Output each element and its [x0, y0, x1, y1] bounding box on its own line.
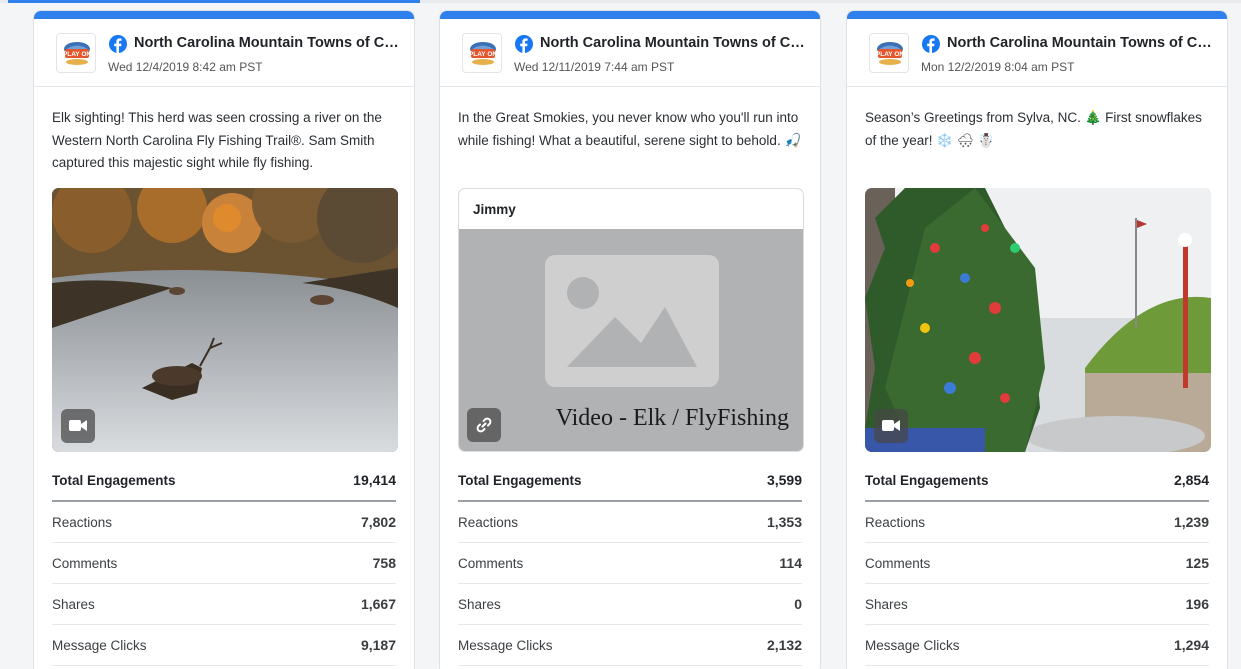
metric-label: Total Engagements [52, 472, 176, 488]
image-placeholder-icon [545, 255, 719, 387]
metric-label: Shares [458, 596, 501, 612]
link-title: Jimmy [473, 202, 516, 217]
message-clicks-row: Message Clicks 1,294 [865, 625, 1209, 666]
metric-value: 0 [794, 596, 802, 612]
post-text: Elk sighting! This herd was seen crossin… [52, 110, 382, 170]
link-icon [476, 417, 492, 433]
link-image: Video - Elk / FlyFishing [459, 229, 803, 451]
metric-value: 1,239 [1173, 514, 1209, 530]
post-date: Wed 12/11/2019 7:44 am PST [514, 60, 675, 74]
comments-row: Comments 125 [865, 543, 1209, 584]
page-avatar[interactable]: PLAY ON [869, 33, 909, 73]
metric-label: Reactions [458, 514, 519, 530]
reactions-row: Reactions 7,802 [52, 502, 396, 543]
link-preview[interactable]: Jimmy Video - Elk / FlyFishing [458, 188, 804, 452]
metric-value: 2,854 [1173, 472, 1209, 488]
metric-value: 114 [779, 555, 802, 571]
video-indicator [874, 409, 908, 443]
page-name[interactable]: North Carolina Mountain Towns of Cas... [540, 35, 810, 51]
metric-label: Reactions [52, 514, 113, 530]
metric-value: 7,802 [360, 514, 396, 530]
tab-strip [0, 0, 1241, 3]
post-card[interactable]: PLAY ON North Carolina Mountain Towns of… [439, 10, 821, 669]
link-caption: Video - Elk / FlyFishing [555, 405, 789, 431]
facebook-icon [922, 35, 940, 53]
metric-value: 1,294 [1173, 637, 1209, 653]
video-camera-icon [69, 420, 87, 431]
metric-label: Total Engagements [865, 472, 989, 488]
reactions-row: Reactions 1,239 [865, 502, 1209, 543]
shares-row: Shares 196 [865, 584, 1209, 625]
metric-value: 2,132 [766, 637, 802, 653]
metric-label: Comments [865, 555, 931, 571]
post-header: PLAY ON North Carolina Mountain Towns of… [440, 19, 820, 87]
metric-label: Comments [458, 555, 524, 571]
metric-value: 1,667 [360, 596, 396, 612]
post-header: PLAY ON North Carolina Mountain Towns of… [34, 19, 414, 87]
play-on-logo: PLAY ON [469, 42, 497, 65]
facebook-icon [515, 35, 533, 53]
page-avatar[interactable]: PLAY ON [56, 33, 96, 73]
metric-label: Total Engagements [458, 472, 582, 488]
page-name[interactable]: North Carolina Mountain Towns of Cas... [947, 35, 1217, 51]
comments-row: Comments 758 [52, 543, 396, 584]
play-on-logo: PLAY ON [876, 42, 904, 65]
message-clicks-row: Message Clicks 2,132 [458, 625, 802, 666]
post-card[interactable]: PLAY ON North Carolina Mountain Towns of… [846, 10, 1228, 669]
metric-value: 196 [1185, 596, 1209, 612]
video-camera-icon [882, 420, 900, 431]
engagement-metrics: Total Engagements 2,854 Reactions 1,239 … [865, 460, 1209, 666]
svg-text:PLAY ON: PLAY ON [876, 51, 904, 58]
metric-value: 1,353 [766, 514, 802, 530]
shares-row: Shares 0 [458, 584, 802, 625]
post-header: PLAY ON North Carolina Mountain Towns of… [847, 19, 1227, 87]
metric-value: 758 [372, 555, 396, 571]
elk-river-image [52, 188, 398, 452]
metric-value: 9,187 [360, 637, 396, 653]
metric-label: Reactions [865, 514, 926, 530]
shares-row: Shares 1,667 [52, 584, 396, 625]
metric-value: 3,599 [766, 472, 802, 488]
engagement-metrics: Total Engagements 19,414 Reactions 7,802… [52, 460, 396, 666]
post-text: In the Great Smokies, you never know who… [458, 110, 802, 148]
metric-label: Message Clicks [458, 637, 553, 653]
facebook-icon [109, 35, 127, 53]
post-text: Season’s Greetings from Sylva, NC. 🎄 Fir… [865, 110, 1202, 148]
comments-row: Comments 114 [458, 543, 802, 584]
svg-text:PLAY ON: PLAY ON [63, 51, 91, 58]
post-date: Mon 12/2/2019 8:04 am PST [921, 60, 1075, 74]
metric-label: Shares [52, 596, 95, 612]
post-date: Wed 12/4/2019 8:42 am PST [108, 60, 263, 74]
play-on-logo: PLAY ON [63, 42, 91, 65]
post-card[interactable]: PLAY ON North Carolina Mountain Towns of… [33, 10, 415, 669]
message-clicks-row: Message Clicks 9,187 [52, 625, 396, 666]
link-indicator [467, 408, 501, 442]
page-name[interactable]: North Carolina Mountain Towns of Cas... [134, 35, 404, 51]
page-avatar[interactable]: PLAY ON [462, 33, 502, 73]
post-video-thumbnail[interactable] [52, 188, 398, 452]
metric-value: 19,414 [353, 472, 396, 488]
metric-label: Shares [865, 596, 908, 612]
christmas-tree-image [865, 188, 1211, 452]
metric-value: 125 [1185, 555, 1209, 571]
total-engagements-row: Total Engagements 3,599 [458, 460, 802, 502]
engagement-metrics: Total Engagements 3,599 Reactions 1,353 … [458, 460, 802, 666]
svg-text:PLAY ON: PLAY ON [469, 51, 497, 58]
post-video-thumbnail[interactable] [865, 188, 1211, 452]
metric-label: Message Clicks [52, 637, 147, 653]
metric-label: Message Clicks [865, 637, 960, 653]
total-engagements-row: Total Engagements 2,854 [865, 460, 1209, 502]
metric-label: Comments [52, 555, 118, 571]
reactions-row: Reactions 1,353 [458, 502, 802, 543]
video-indicator [61, 409, 95, 443]
active-tab-indicator [8, 0, 420, 3]
total-engagements-row: Total Engagements 19,414 [52, 460, 396, 502]
